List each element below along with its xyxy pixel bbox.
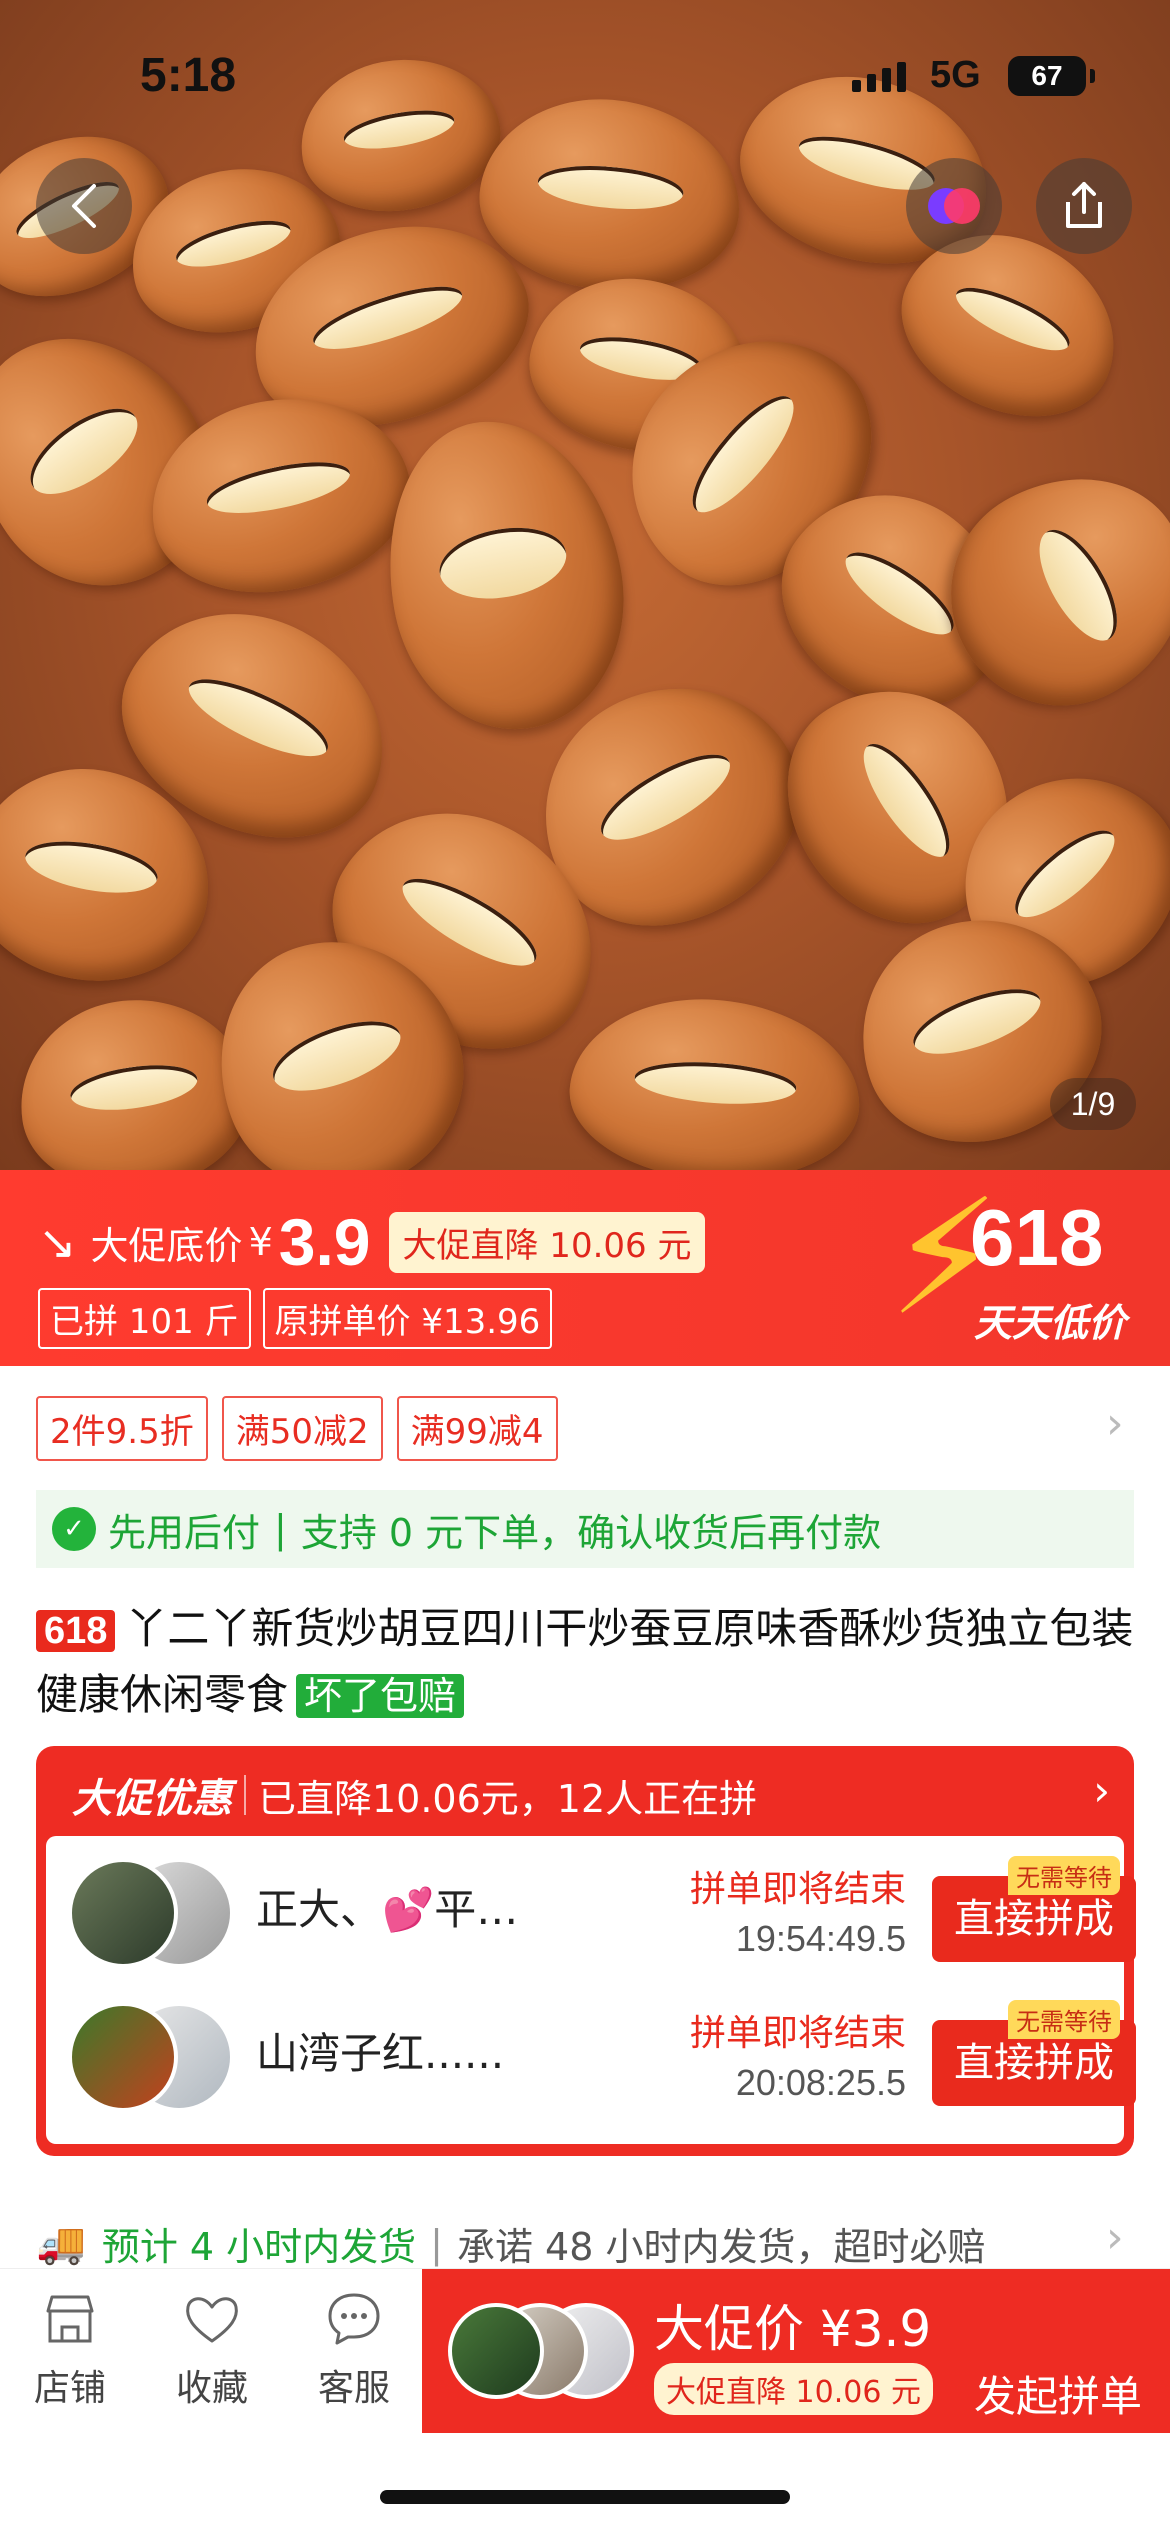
group-status: 拼单即将结束 [689, 1869, 906, 1910]
avatar [68, 1858, 178, 1968]
divider: | [430, 2221, 443, 2266]
pay-later-desc: 支持 0 元下单，确认收货后再付款 [300, 1510, 882, 1555]
store-icon [46, 2295, 94, 2343]
shipping-estimate: 预计 4 小时内发货 [101, 2225, 417, 2269]
pay-later-title: 先用后付 [108, 1510, 261, 1555]
coupon-tag[interactable]: 满99减4 [396, 1396, 558, 1461]
original-price: 原拼单价 ¥13.96 [262, 1288, 553, 1349]
guarantee-tag: 坏了包赔 [296, 1674, 465, 1718]
truck-icon: 🚚 [36, 2221, 86, 2267]
group-status: 拼单即将结束 [689, 2013, 906, 2054]
share-button[interactable] [1036, 158, 1132, 254]
group-buy-panel: 大促优惠 已直降10.06元，12人正在拼 › 正大、💕平… 拼单即将结束 19… [36, 1746, 1136, 2156]
coupon-tag[interactable]: 2件9.5折 [36, 1396, 208, 1461]
chevron-right-icon[interactable]: › [1106, 1398, 1124, 1449]
badge-number: 618 [970, 1193, 1104, 1282]
chevron-left-icon [72, 184, 96, 228]
group-countdown: 20:08:25.5 [735, 2062, 906, 2103]
start-group-order-button[interactable]: 大促价 ¥3.9 大促直降 10.06 元 发起拼单 [422, 2269, 1170, 2433]
product-title: 618 丫二丫新货炒胡豆四川干炒蚕豆原味香酥炒货独立包装健康休闲零食 坏了包赔 [36, 1596, 1136, 1729]
group-list: 正大、💕平… 拼单即将结束 19:54:49.5 直接拼成 无需等待 山湾子红.… [46, 1836, 1136, 2144]
tab-label: 店铺 [33, 2368, 106, 2409]
price-drop-tag: 大促直降 10.06 元 [388, 1211, 706, 1273]
group-countdown: 19:54:49.5 [735, 1918, 906, 1959]
sold-count: 已拼 101 斤 [38, 1288, 251, 1349]
tab-store[interactable]: 店铺 [0, 2289, 140, 2411]
shipping-promise: 承诺 48 小时内发货，超时必赔 [456, 2225, 986, 2269]
group-buy-summary: 已直降10.06元，12人正在拼 [258, 1776, 758, 1821]
avatar [68, 2002, 178, 2112]
promo-price: 3.9 [278, 1205, 371, 1279]
avatar-group [68, 1858, 238, 1968]
share-icon [1066, 182, 1102, 228]
pay-later-banner[interactable]: ✓ 先用后付 | 支持 0 元下单，确认收货后再付款 [36, 1490, 1134, 1568]
group-leader-name: 山湾子红...... [256, 2029, 505, 2078]
coupon-list[interactable]: 2件9.5折 满50减2 满99减4 [36, 1396, 558, 1461]
tab-label: 客服 [317, 2368, 390, 2409]
group-row: 正大、💕平… 拼单即将结束 19:54:49.5 直接拼成 无需等待 [46, 1836, 1136, 1976]
back-button[interactable] [36, 158, 132, 254]
chevron-right-icon[interactable]: › [1093, 1766, 1110, 1815]
battery-icon: 67 [1008, 56, 1095, 96]
promo-banner: ↘ 大促底价 ¥ 3.9 大促直降 10.06 元 已拼 101 斤 原拼单价 … [0, 1170, 1170, 1366]
home-indicator[interactable] [380, 2490, 790, 2504]
bottom-action-bar: 店铺 收藏 客服 大促价 ¥3.9 大促直降 10.06 元 发起拼单 [0, 2268, 1170, 2433]
product-image[interactable] [0, 0, 1170, 1170]
bean [564, 990, 866, 1170]
status-time: 5:18 [140, 49, 237, 102]
brand-logo-button[interactable] [906, 158, 1002, 254]
shipping-info[interactable]: 🚚 预计 4 小时内发货 | 承诺 48 小时内发货，超时必赔 [36, 2216, 1136, 2271]
group-row: 山湾子红...... 拼单即将结束 20:08:25.5 直接拼成 无需等待 [46, 1980, 1136, 2120]
product-title-text: 丫二丫新货炒胡豆四川干炒蚕豆原味香酥炒货独立包装健康休闲零食 [36, 1604, 1134, 1719]
order-price: 大促价 ¥3.9 [654, 2300, 932, 2358]
group-buy-brand: 大促优惠 [72, 1777, 232, 1821]
no-wait-tag: 无需等待 [1008, 2000, 1120, 2039]
order-action-label: 发起拼单 [974, 2372, 1143, 2421]
avatar [448, 2303, 544, 2399]
currency-symbol: ¥ [248, 1220, 273, 1264]
promo-label: 大促底价 [90, 1223, 243, 1268]
tab-customer-service[interactable]: 客服 [284, 2289, 424, 2411]
group-buy-header[interactable]: 大促优惠 已直降10.06元，12人正在拼 [72, 1766, 757, 1824]
image-pager: 1/9 [1050, 1078, 1136, 1130]
bean [364, 402, 646, 748]
brand-logo-icon [928, 188, 980, 224]
status-bar: 5:18 5G 67 [0, 0, 1170, 150]
tab-favorite[interactable]: 收藏 [142, 2289, 282, 2411]
618-badge: ⚡ 618 天天低价 [870, 1170, 1170, 1366]
network-label: 5G [930, 54, 981, 96]
signal-icon [852, 62, 906, 92]
chat-icon [328, 2293, 380, 2345]
divider: | [274, 1507, 287, 1551]
divider [244, 1775, 246, 1815]
group-leader-name: 正大、💕平… [256, 1885, 519, 1934]
chevron-right-icon[interactable]: › [1106, 2212, 1124, 2263]
avatar-group [68, 2002, 238, 2112]
pay-later-icon: ✓ [52, 1507, 96, 1551]
badge-slogan: 天天低价 [974, 1303, 1127, 1345]
no-wait-tag: 无需等待 [1008, 1856, 1120, 1895]
618-tag: 618 [36, 1610, 116, 1652]
avatar-group [448, 2303, 638, 2399]
coupon-tag[interactable]: 满50减2 [221, 1396, 383, 1461]
tab-label: 收藏 [175, 2368, 248, 2409]
order-drop-tag: 大促直降 10.06 元 [654, 2363, 933, 2415]
heart-icon [186, 2297, 238, 2343]
price-down-icon: ↘ [38, 1215, 77, 1269]
